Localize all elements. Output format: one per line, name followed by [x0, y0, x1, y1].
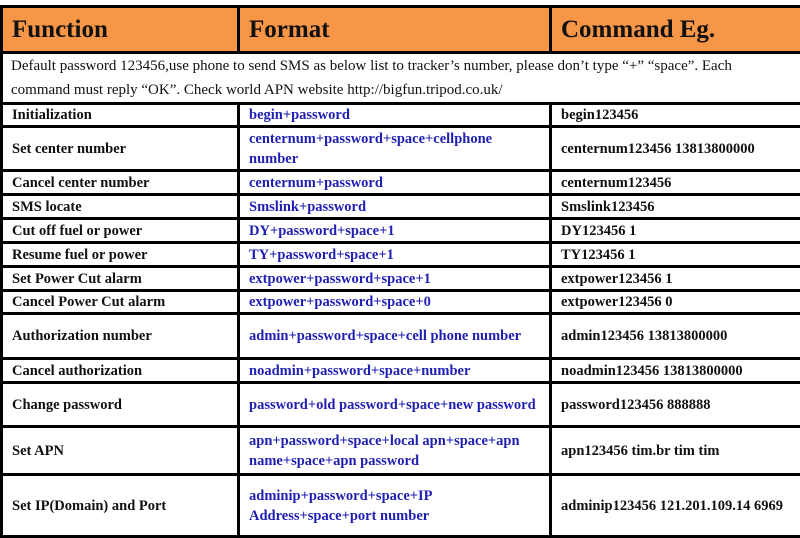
- table-row: Resume fuel or powerTY+password+space+1T…: [2, 243, 800, 267]
- note-text: Default password 123456,use phone to sen…: [2, 53, 800, 104]
- table-row: Authorization numberadmin+password+space…: [2, 314, 800, 359]
- function-cell: Set APN: [2, 427, 239, 475]
- header-function: Function: [2, 7, 239, 53]
- format-cell: extpower+password+space+0: [239, 291, 551, 314]
- table-row: Set APNapn+password+space+local apn+spac…: [2, 427, 800, 475]
- example-cell: adminip123456 121.201.109.14 6969: [551, 475, 800, 537]
- table-row: Set IP(Domain) and Portadminip+password+…: [2, 475, 800, 537]
- table-row: Cancel authorizationnoadmin+password+spa…: [2, 359, 800, 383]
- function-cell: Cancel Power Cut alarm: [2, 291, 239, 314]
- header-example: Command Eg.: [551, 7, 800, 53]
- header-row: Function Format Command Eg.: [2, 7, 800, 53]
- example-cell: centernum123456 13813800000: [551, 127, 800, 171]
- format-cell: adminip+password+space+IP Address+space+…: [239, 475, 551, 537]
- example-cell: admin123456 13813800000: [551, 314, 800, 359]
- function-cell: Change password: [2, 383, 239, 427]
- example-cell: centernum123456: [551, 171, 800, 195]
- format-cell: centernum+password: [239, 171, 551, 195]
- example-cell: extpower123456 1: [551, 267, 800, 291]
- table-row: Cut off fuel or powerDY+password+space+1…: [2, 219, 800, 243]
- function-cell: Cut off fuel or power: [2, 219, 239, 243]
- example-cell: extpower123456 0: [551, 291, 800, 314]
- table-row: Cancel Power Cut alarmextpower+password+…: [2, 291, 800, 314]
- function-cell: SMS locate: [2, 195, 239, 219]
- example-cell: Smslink123456: [551, 195, 800, 219]
- format-cell: DY+password+space+1: [239, 219, 551, 243]
- function-cell: Cancel authorization: [2, 359, 239, 383]
- header-format: Format: [239, 7, 551, 53]
- function-cell: Set Power Cut alarm: [2, 267, 239, 291]
- function-cell: Authorization number: [2, 314, 239, 359]
- function-cell: Resume fuel or power: [2, 243, 239, 267]
- example-cell: password123456 888888: [551, 383, 800, 427]
- format-cell: Smslink+password: [239, 195, 551, 219]
- command-table: Function Format Command Eg. Default pass…: [0, 5, 800, 538]
- example-cell: TY123456 1: [551, 243, 800, 267]
- table-row: Set center numbercenternum+password+spac…: [2, 127, 800, 171]
- format-cell: extpower+password+space+1: [239, 267, 551, 291]
- table-row: Change passwordpassword+old password+spa…: [2, 383, 800, 427]
- table-row: Initializationbegin+passwordbegin123456: [2, 104, 800, 127]
- format-cell: begin+password: [239, 104, 551, 127]
- table-row: Cancel center numbercenternum+passwordce…: [2, 171, 800, 195]
- function-cell: Cancel center number: [2, 171, 239, 195]
- format-cell: admin+password+space+cell phone number: [239, 314, 551, 359]
- note-row: Default password 123456,use phone to sen…: [2, 53, 800, 104]
- example-cell: apn123456 tim.br tim tim: [551, 427, 800, 475]
- example-cell: noadmin123456 13813800000: [551, 359, 800, 383]
- format-cell: password+old password+space+new password: [239, 383, 551, 427]
- format-cell: TY+password+space+1: [239, 243, 551, 267]
- function-cell: Initialization: [2, 104, 239, 127]
- example-cell: DY123456 1: [551, 219, 800, 243]
- format-cell: apn+password+space+local apn+space+apn n…: [239, 427, 551, 475]
- example-cell: begin123456: [551, 104, 800, 127]
- function-cell: Set center number: [2, 127, 239, 171]
- function-cell: Set IP(Domain) and Port: [2, 475, 239, 537]
- format-cell: noadmin+password+space+number: [239, 359, 551, 383]
- table-row: SMS locateSmslink+passwordSmslink123456: [2, 195, 800, 219]
- table-row: Set Power Cut alarmextpower+password+spa…: [2, 267, 800, 291]
- format-cell: centernum+password+space+cellphone numbe…: [239, 127, 551, 171]
